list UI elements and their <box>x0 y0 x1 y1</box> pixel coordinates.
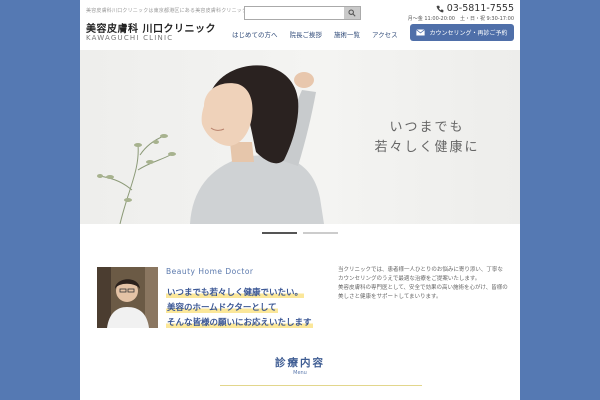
slider-dot-1[interactable] <box>262 232 297 234</box>
nav-item-first-visit[interactable]: はじめての方へ <box>232 29 278 39</box>
nav-item-treatments[interactable]: 施術一覧 <box>334 29 360 39</box>
slider-pagination <box>262 232 338 234</box>
intro-headline-line-3: そんな皆様の願いにお応えいたします <box>166 316 313 328</box>
intro-paragraph: 当クリニックでは、患者様一人ひとりのお悩みに寄り添い、丁寧なカウンセリングのうえ… <box>338 266 508 302</box>
search-input[interactable] <box>247 15 342 27</box>
intro-paragraph-2: 美容皮膚科の専門医として、安全で効果の高い施術を心がけ、皆様の美しさと健康をサポ… <box>338 285 508 300</box>
hero-headline: いつまでも 若々しく健康に <box>362 118 492 158</box>
intro-headline-line-2: 美容のホームドクターとして <box>166 301 278 313</box>
menu-divider <box>220 385 422 386</box>
mail-icon <box>416 29 426 36</box>
site-logo-english[interactable]: KAWAGUCHI CLINIC <box>86 34 173 42</box>
reservation-button-label: カウンセリング・再診ご予約 <box>429 30 508 37</box>
nav-item-greeting[interactable]: 院長ご挨拶 <box>290 29 323 39</box>
menu-section-title: 診療内容 <box>275 357 325 369</box>
nav-item-access[interactable]: アクセス <box>372 29 398 39</box>
page-container: 美容皮膚科川口クリニックは東京都港区にある美容皮膚科クリニックです 美容皮膚科 … <box>80 0 520 400</box>
search-icon <box>348 9 356 17</box>
search-form <box>244 6 361 27</box>
site-logo[interactable]: 美容皮膚科 川口クリニック <box>86 20 216 35</box>
intro-label: Beauty Home Doctor <box>166 267 254 276</box>
intro-paragraph-1: 当クリニックでは、患者様一人ひとりのお悩みに寄り添い、丁寧なカウンセリングのうえ… <box>338 267 503 282</box>
phone-number-text: 03-5811-7555 <box>446 3 514 14</box>
site-tagline: 美容皮膚科川口クリニックは東京都港区にある美容皮膚科クリニックです <box>86 8 258 14</box>
menu-section-subtitle: Menu <box>293 370 307 376</box>
global-nav: はじめての方へ 院長ご挨拶 施術一覧 アクセス <box>232 29 398 39</box>
doctor-portrait <box>97 267 158 328</box>
hero-headline-line-1: いつまでも <box>389 120 465 135</box>
search-button[interactable] <box>344 7 360 19</box>
hero-headline-line-2: 若々しく健康に <box>374 140 480 155</box>
phone-icon <box>436 5 444 12</box>
slider-dot-2[interactable] <box>303 232 338 234</box>
hero-slider[interactable]: いつまでも 若々しく健康に <box>80 50 520 224</box>
business-hours: 月〜金 11:00-20:00 土・日・祝 9:30-17:00 <box>407 16 514 22</box>
phone-number[interactable]: 03-5811-7555 <box>436 3 514 14</box>
reservation-button[interactable]: カウンセリング・再診ご予約 <box>410 24 514 41</box>
intro-headline-line-1: いつまでも若々しく健康でいたい。 <box>166 286 305 298</box>
